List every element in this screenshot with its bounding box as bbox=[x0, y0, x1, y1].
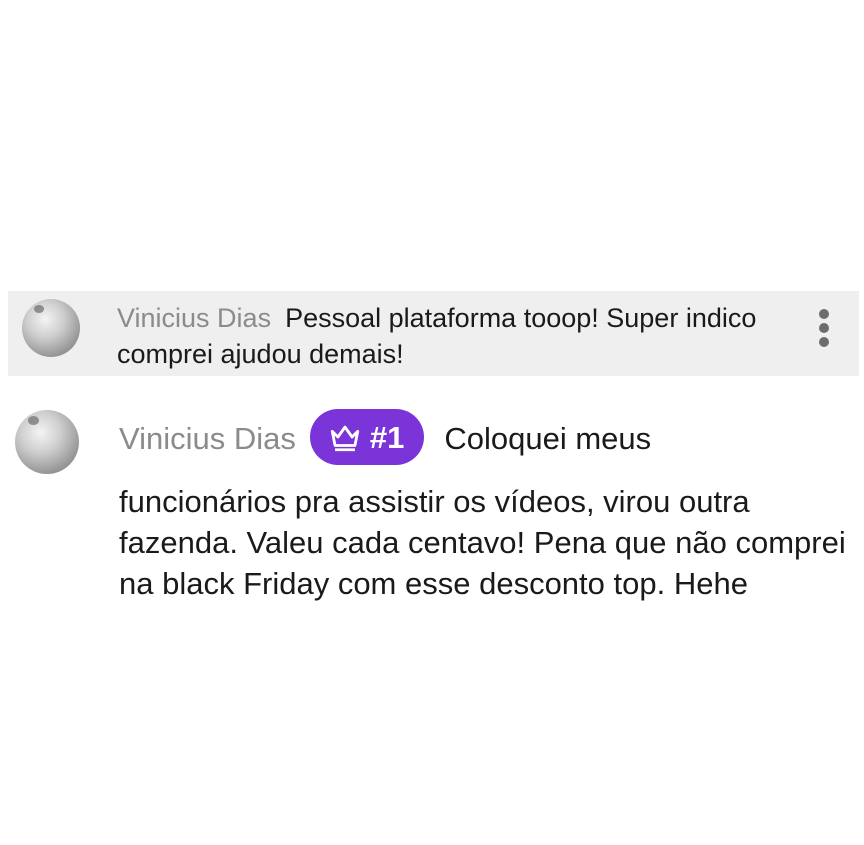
message-body: Vinicius Dias #1 Coloquei meus funcionário… bbox=[119, 409, 849, 604]
rank-badge: #1 bbox=[309, 409, 425, 465]
chat-message-1: Vinicius Dias Pessoal plataforma tooop! S… bbox=[8, 291, 859, 376]
avatar[interactable] bbox=[22, 299, 80, 357]
author-name[interactable]: Vinicius Dias bbox=[117, 303, 271, 333]
avatar[interactable] bbox=[15, 410, 79, 474]
chat-message-2: Vinicius Dias #1 Coloquei meus funcionário… bbox=[8, 400, 859, 660]
more-vert-icon[interactable] bbox=[819, 309, 831, 349]
crown-icon bbox=[330, 425, 360, 452]
message-text-first: Coloquei meus bbox=[444, 421, 652, 457]
rank-badge-label: #1 bbox=[369, 419, 405, 455]
message-body: Vinicius Dias Pessoal plataforma tooop! S… bbox=[117, 300, 797, 372]
message-text-rest: funcionários pra assistir os vídeos, vir… bbox=[119, 484, 846, 601]
author-name[interactable]: Vinicius Dias bbox=[119, 421, 296, 456]
